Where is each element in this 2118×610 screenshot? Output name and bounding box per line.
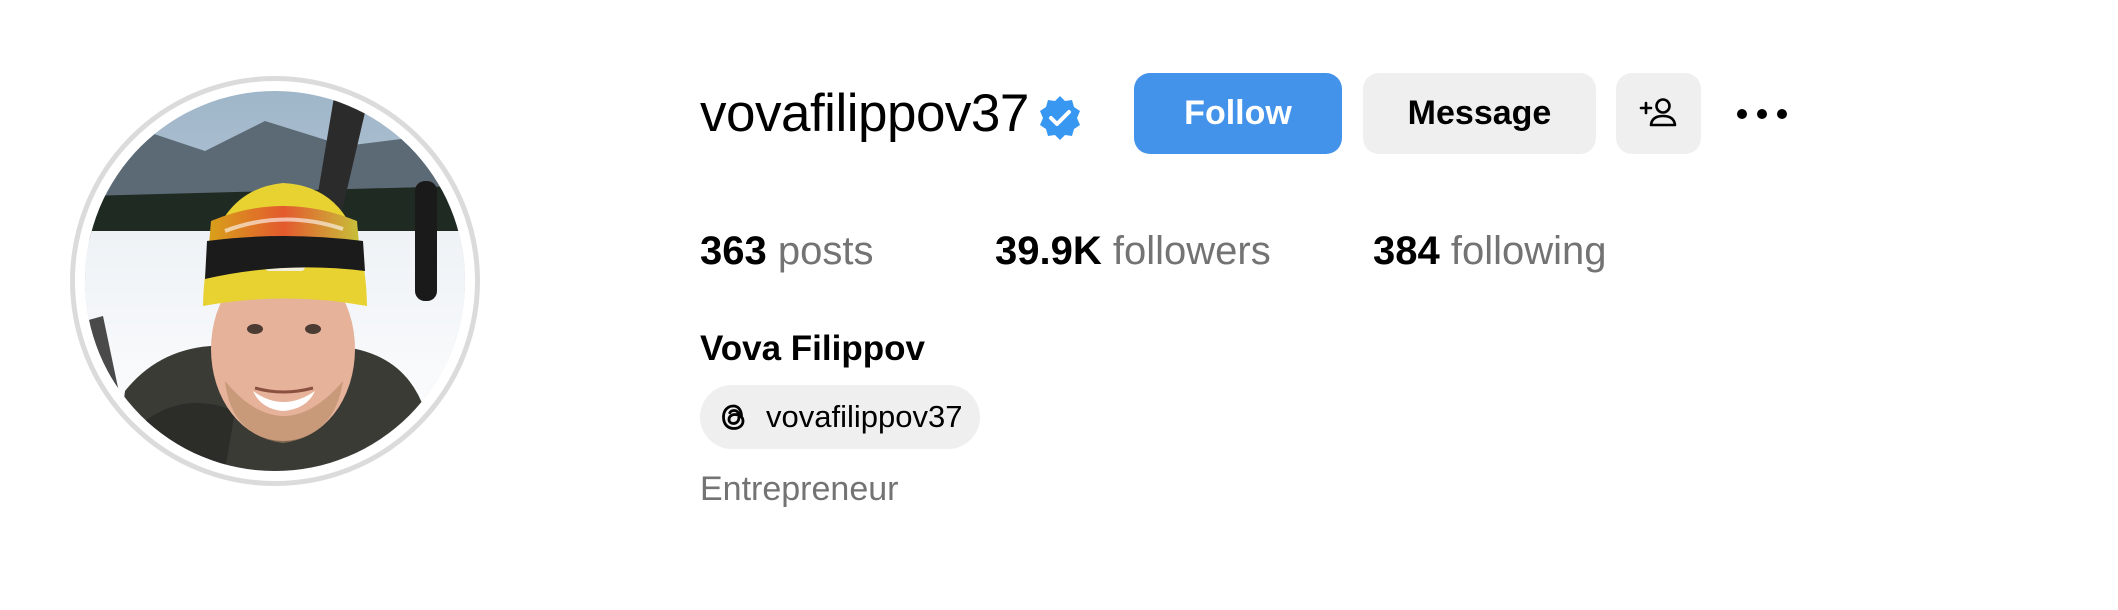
username: vovafilippov37 (700, 84, 1029, 143)
posts-label: posts (777, 229, 874, 273)
followers-label[interactable]: followers (1113, 229, 1271, 273)
threads-handle[interactable]: vovafilippov37 (766, 399, 962, 435)
following-stat[interactable]: 384 following (1373, 223, 1607, 279)
threads-icon (722, 404, 745, 430)
following-label[interactable]: following (1451, 229, 1607, 273)
avatar[interactable] (85, 91, 465, 471)
verified-badge-icon (1040, 96, 1080, 140)
followers-count[interactable]: 39.9K (995, 229, 1102, 273)
full-name: Vova Filippov (700, 329, 925, 368)
following-count[interactable]: 384 (1373, 229, 1440, 273)
follow-button[interactable]: Follow (1134, 73, 1342, 154)
more-options-icon (1737, 108, 1787, 119)
followers-stat[interactable]: 39.9K followers (995, 223, 1271, 279)
add-person-icon (1639, 97, 1676, 126)
threads-link[interactable]: vovafilippov37 (700, 385, 981, 449)
avatar-ring[interactable] (70, 76, 480, 486)
posts-count: 363 (700, 229, 767, 273)
posts-stat: 363 posts (700, 223, 873, 279)
profile-category: Entrepreneur (700, 470, 899, 508)
suggested-accounts-button[interactable] (1616, 73, 1701, 154)
more-options-button[interactable] (1722, 73, 1802, 154)
message-button[interactable]: Message (1363, 73, 1596, 154)
